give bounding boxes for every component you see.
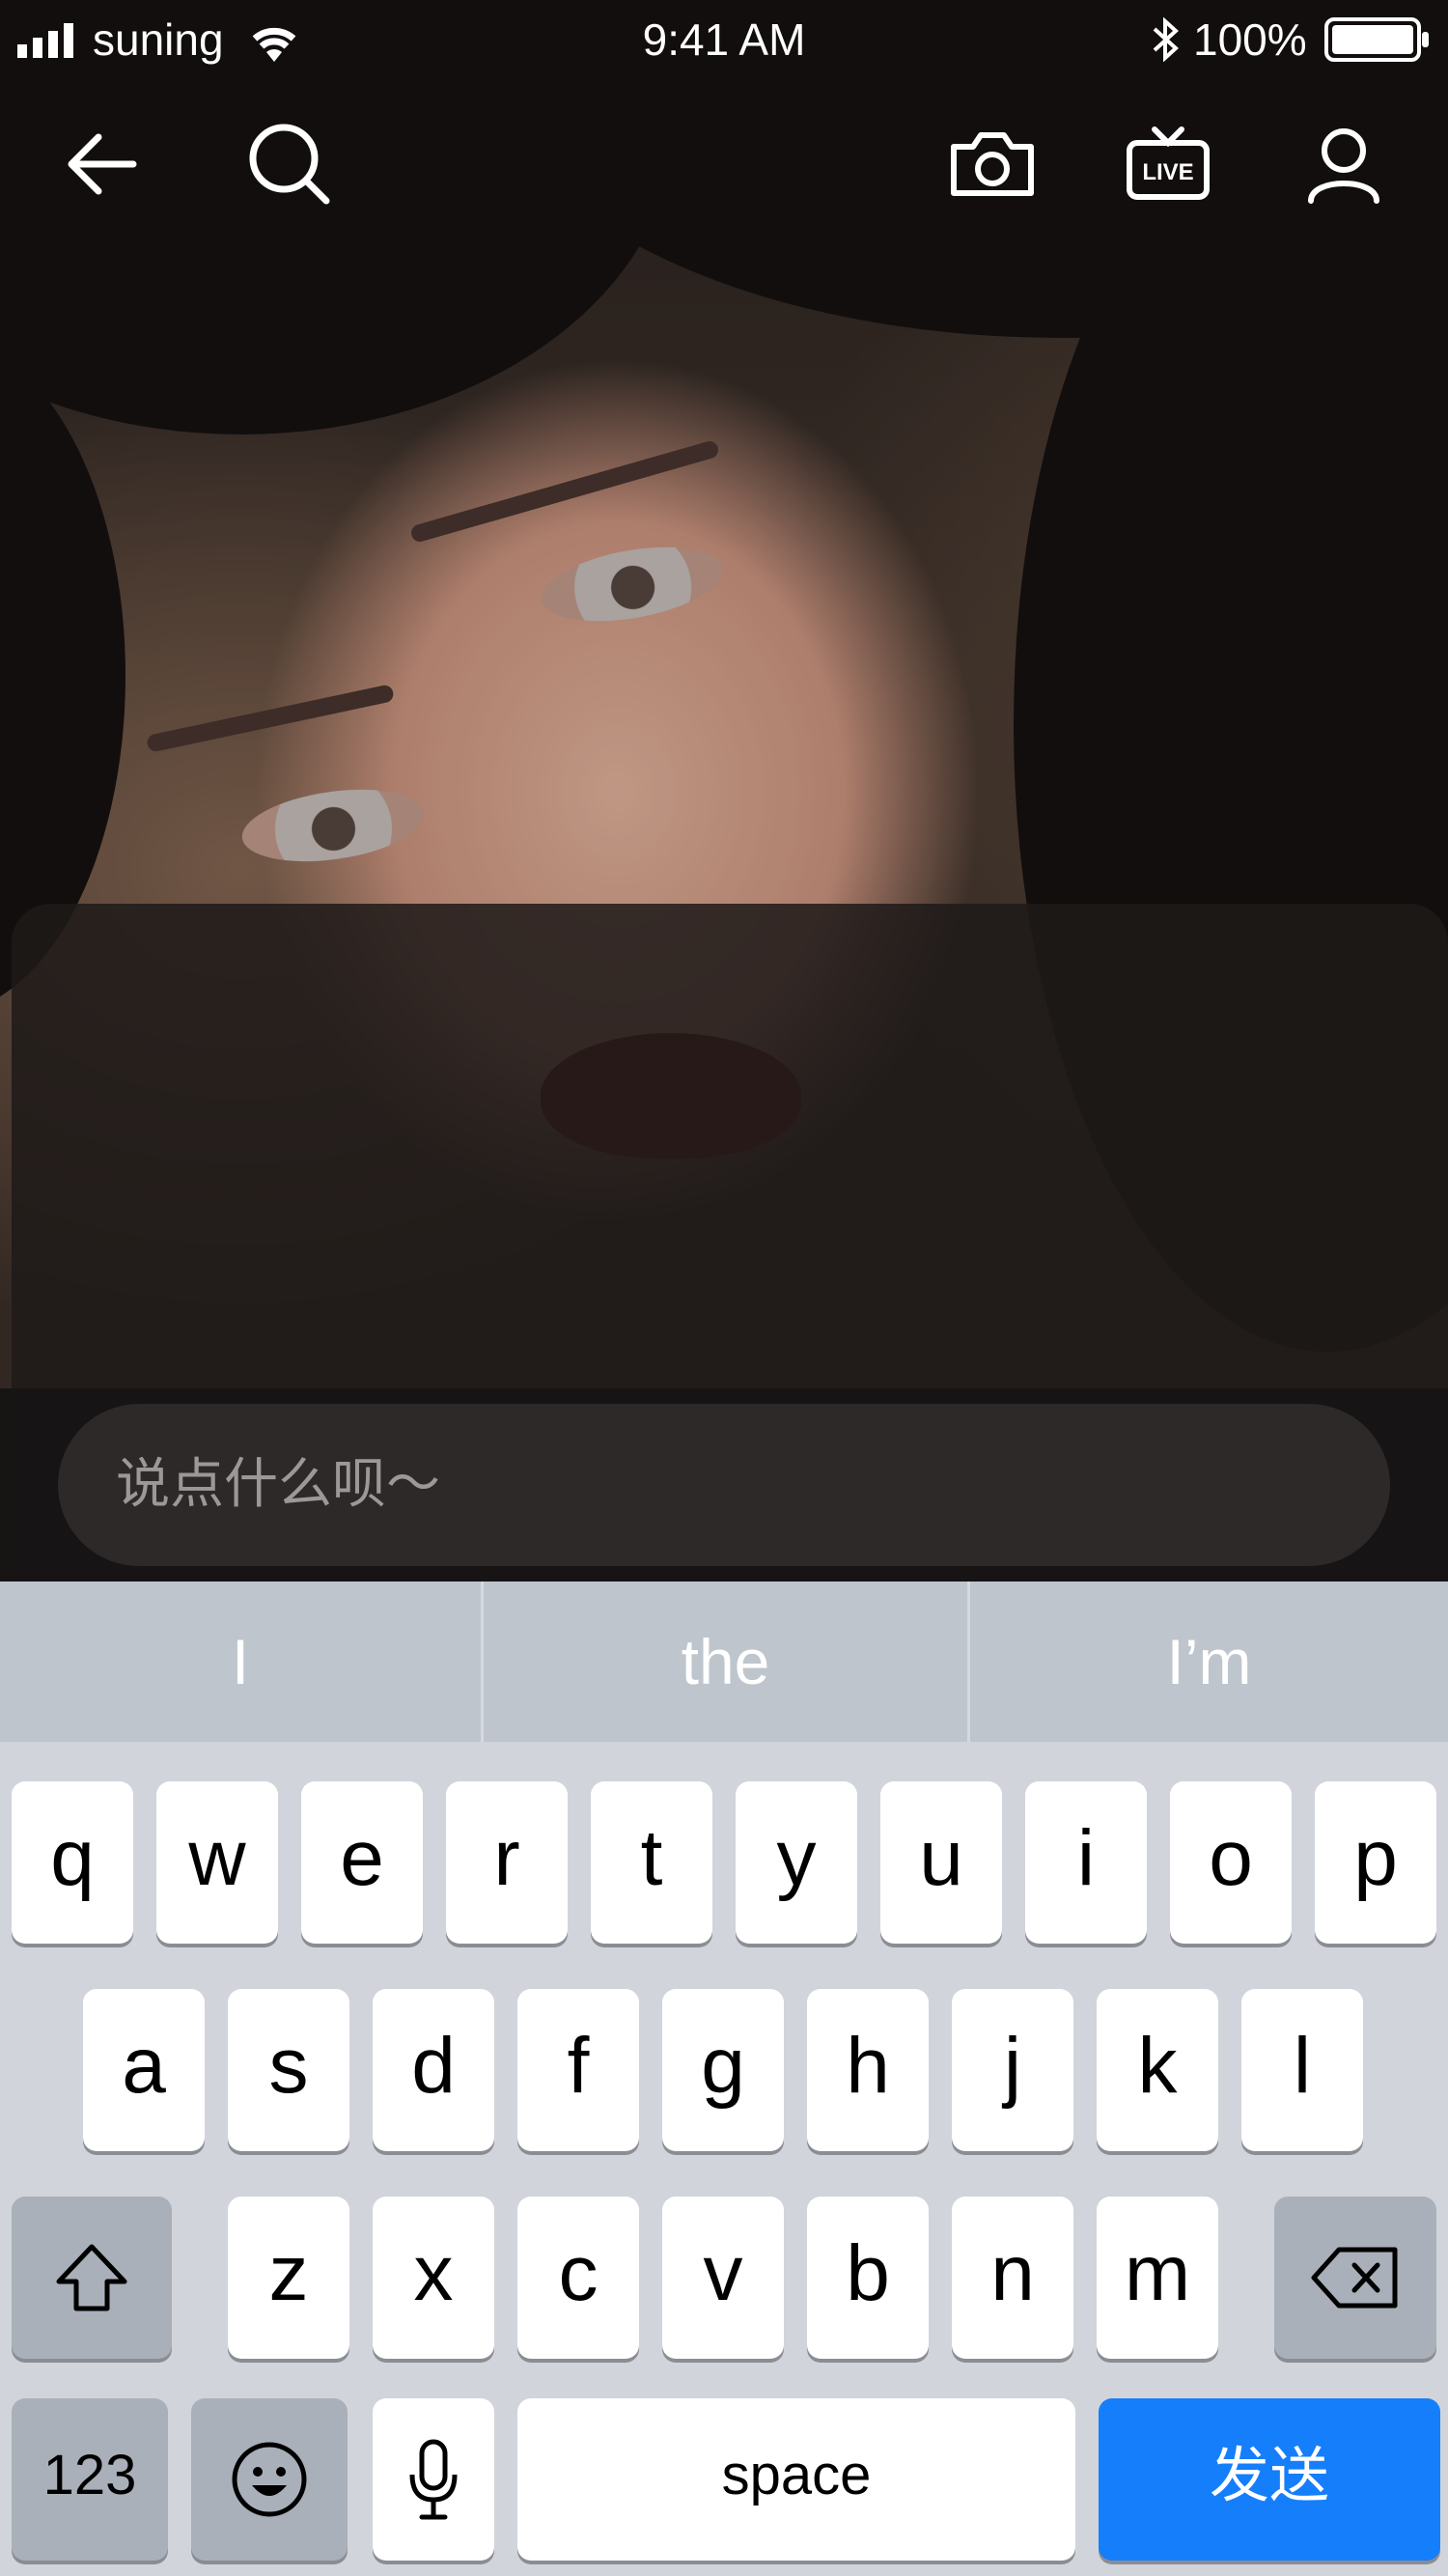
comment-input[interactable]: 说点什么呗～ (58, 1404, 1390, 1566)
space-key[interactable]: space (517, 2398, 1075, 2561)
key-k[interactable]: k (1097, 1989, 1218, 2151)
key-g[interactable]: g (662, 1989, 784, 2151)
key-i[interactable]: i (1025, 1781, 1147, 1944)
live-tv-icon[interactable]: LIVE (1120, 116, 1216, 212)
camera-icon[interactable] (944, 116, 1041, 212)
keyboard: I the I’m q w e r t y u i o p a s d f g … (0, 1582, 1448, 2576)
key-w[interactable]: w (156, 1781, 278, 1944)
microphone-icon (409, 2439, 458, 2520)
key-p[interactable]: p (1315, 1781, 1436, 1944)
shift-icon (56, 2244, 127, 2311)
suggestion-item[interactable]: I (0, 1582, 481, 1742)
emoji-key[interactable] (191, 2398, 348, 2561)
status-bar: suning 9:41 AM 100% (0, 0, 1448, 77)
send-button[interactable]: 发送 (1099, 2398, 1440, 2561)
backspace-key[interactable] (1274, 2197, 1436, 2359)
search-icon[interactable] (241, 116, 338, 212)
user-icon[interactable] (1295, 116, 1392, 212)
key-s[interactable]: s (228, 1989, 349, 2151)
suggestion-item[interactable]: I’m (970, 1582, 1448, 1742)
key-n[interactable]: n (952, 2197, 1073, 2359)
shift-key[interactable] (12, 2197, 172, 2359)
key-m[interactable]: m (1097, 2197, 1218, 2359)
key-z[interactable]: z (228, 2197, 349, 2359)
key-q[interactable]: q (12, 1781, 133, 1944)
emoji-icon (232, 2442, 307, 2517)
suggestion-bar: I the I’m (0, 1582, 1448, 1742)
live-badge: LIVE (1142, 159, 1194, 185)
key-r[interactable]: r (446, 1781, 568, 1944)
key-x[interactable]: x (373, 2197, 494, 2359)
battery-icon (1324, 17, 1429, 62)
bluetooth-icon (1153, 17, 1179, 62)
key-o[interactable]: o (1170, 1781, 1292, 1944)
key-u[interactable]: u (880, 1781, 1002, 1944)
key-f[interactable]: f (517, 1989, 639, 2151)
key-h[interactable]: h (807, 1989, 929, 2151)
key-e[interactable]: e (301, 1781, 423, 1944)
backspace-icon (1311, 2247, 1398, 2309)
key-j[interactable]: j (952, 1989, 1073, 2151)
microphone-key[interactable] (373, 2398, 494, 2561)
battery-percent: 100% (1193, 14, 1307, 65)
back-arrow-icon[interactable] (56, 116, 153, 212)
key-v[interactable]: v (662, 2197, 784, 2359)
key-d[interactable]: d (373, 1989, 494, 2151)
key-y[interactable]: y (736, 1781, 857, 1944)
suggestion-item[interactable]: the (484, 1582, 967, 1742)
key-l[interactable]: l (1241, 1989, 1363, 2151)
key-b[interactable]: b (807, 2197, 929, 2359)
numbers-key[interactable]: 123 (12, 2398, 168, 2561)
key-a[interactable]: a (83, 1989, 205, 2151)
key-t[interactable]: t (591, 1781, 712, 1944)
key-c[interactable]: c (517, 2197, 639, 2359)
